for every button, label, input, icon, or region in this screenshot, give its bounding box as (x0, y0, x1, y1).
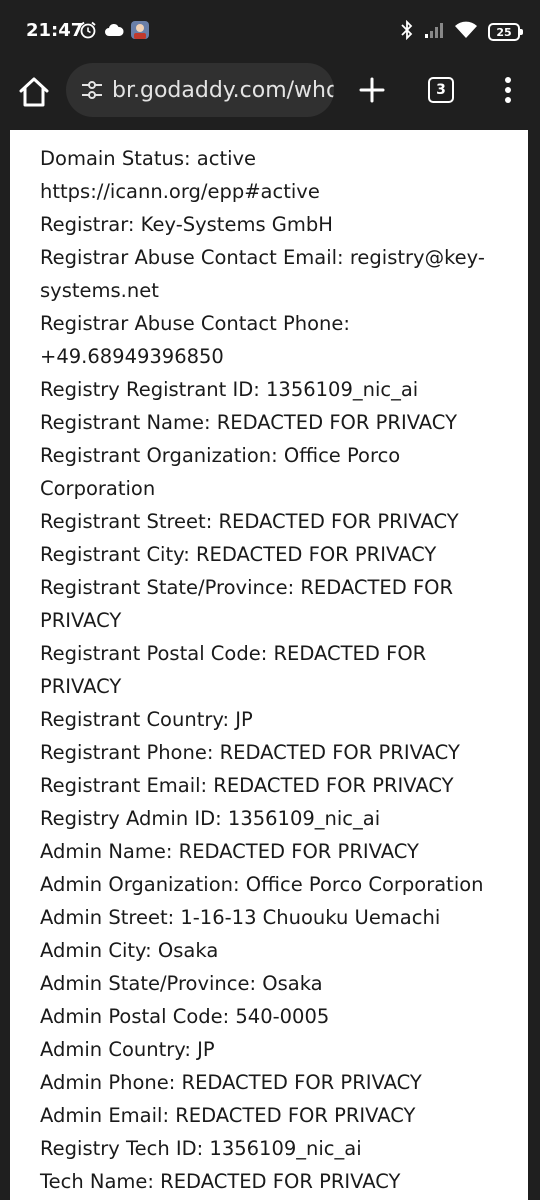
whois-line: PRIVACY (40, 675, 122, 698)
whois-line: Registrant State/Province: REDACTED FOR (40, 576, 454, 599)
plus-icon (359, 77, 385, 103)
whois-line: Registrant Phone: REDACTED FOR PRIVACY (40, 741, 460, 764)
address-bar[interactable]: br.godaddy.com/whois (66, 63, 334, 117)
whois-line: Registry Tech ID: 1356109_nic_ai (40, 1137, 362, 1160)
whois-line: Admin Email: REDACTED FOR PRIVACY (40, 1104, 416, 1127)
cellular-signal-icon (424, 21, 444, 43)
whois-line: Admin Name: REDACTED FOR PRIVACY (40, 840, 419, 863)
site-settings-icon[interactable] (76, 74, 108, 106)
alarm-icon (78, 20, 98, 44)
whois-line: Registrant Email: REDACTED FOR PRIVACY (40, 774, 454, 797)
status-bar: 21:47 25 (0, 0, 540, 62)
whois-line: Corporation (40, 477, 156, 500)
whois-line: Admin Phone: REDACTED FOR PRIVACY (40, 1071, 422, 1094)
status-system-icons: 25 (400, 19, 523, 44)
whois-page: Domain Status: active https://icann.org/e… (10, 130, 528, 1200)
browser-toolbar: br.godaddy.com/whois 3 (0, 62, 540, 130)
whois-line: Registrant Postal Code: REDACTED FOR (40, 642, 427, 665)
whois-line: Domain Status: active (40, 147, 257, 170)
whois-line: Admin State/Province: Osaka (40, 972, 323, 995)
wifi-icon (454, 21, 478, 43)
whois-line: +49.68949396850 (40, 345, 224, 368)
home-button[interactable] (16, 74, 52, 110)
whois-line: Admin Country: JP (40, 1038, 215, 1061)
battery-indicator: 25 (488, 23, 523, 41)
whois-line: Registrar Abuse Contact Email: registry@… (40, 246, 485, 269)
whois-record: Domain Status: active https://icann.org/e… (40, 130, 510, 1198)
whois-line: PRIVACY (40, 609, 122, 632)
new-tab-button[interactable] (354, 72, 390, 108)
bluetooth-icon (400, 19, 414, 44)
whois-line: Registry Registrant ID: 1356109_nic_ai (40, 378, 419, 401)
tab-switcher-button[interactable]: 3 (428, 77, 454, 103)
status-notification-icons (78, 21, 150, 43)
whois-line-clipped (40, 130, 510, 142)
whois-line: Registrant Country: JP (40, 708, 253, 731)
whois-line: systems.net (40, 279, 159, 302)
whois-line: Admin Street: 1-16-13 Chuouku Uemachi (40, 906, 441, 929)
whois-line: Admin Postal Code: 540-0005 (40, 1005, 330, 1028)
whois-line: Registrar Abuse Contact Phone: (40, 312, 350, 335)
whois-line: Registry Admin ID: 1356109_nic_ai (40, 807, 381, 830)
whois-line: Registrant Name: REDACTED FOR PRIVACY (40, 411, 457, 434)
more-vert-icon (505, 77, 511, 103)
cloud-icon (104, 22, 124, 42)
whois-line: Tech Name: REDACTED FOR PRIVACY (40, 1170, 401, 1193)
app-avatar-icon (130, 20, 150, 44)
whois-line: https://icann.org/epp#active (40, 180, 320, 203)
whois-line: Admin Organization: Office Porco Corpora… (40, 873, 484, 896)
whois-line: Registrar: Key-Systems GmbH (40, 213, 333, 236)
home-icon (19, 77, 49, 107)
url-text: br.godaddy.com/whois (112, 77, 334, 103)
whois-line: Registrant Street: REDACTED FOR PRIVACY (40, 510, 459, 533)
status-time: 21:47 (26, 20, 84, 41)
more-menu-button[interactable] (490, 72, 526, 108)
whois-line: Admin City: Osaka (40, 939, 219, 962)
whois-line: Registrant City: REDACTED FOR PRIVACY (40, 543, 437, 566)
whois-line: Registrant Organization: Office Porco (40, 444, 401, 467)
